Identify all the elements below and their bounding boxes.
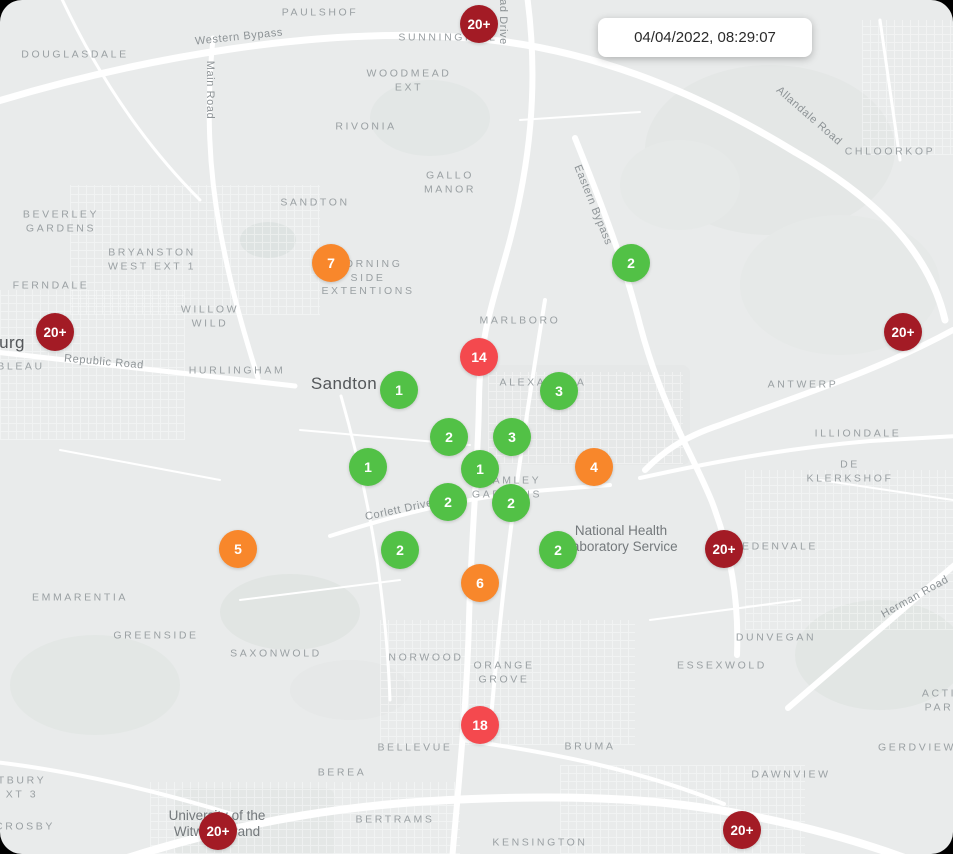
cluster-marker[interactable]: 14 [460,338,498,376]
area-label: WILLOWWILD [181,304,239,331]
cluster-marker[interactable]: 20+ [884,313,922,351]
area-label: FERNDALE [13,279,90,293]
area-label: BELLEVUE [377,741,452,755]
area-label: CROSBY [0,820,55,834]
cluster-marker[interactable]: 1 [380,371,418,409]
city-label: Sandton [311,374,377,394]
area-label: TBURYXT 3 [0,775,46,802]
cluster-marker[interactable]: 20+ [705,530,743,568]
cluster-marker[interactable]: 2 [381,531,419,569]
area-label: DEKLERKSHOF [807,459,894,486]
app-screen: DOUGLASDALEPAULSHOFSUNNINGHILLWOODMEADEX… [0,0,953,854]
area-label: SAXONWOLD [230,647,322,661]
area-label: KENSINGTON [492,836,587,850]
area-label: EMMARENTIA [32,591,128,605]
cluster-marker[interactable]: 20+ [723,811,761,849]
city-label: urg [0,333,25,353]
cluster-marker[interactable]: 6 [461,564,499,602]
area-label: ACTIPAR [922,688,953,715]
area-label: BEREA [318,766,367,780]
road-label: Main Road [204,61,216,120]
poi-label: National HealthLaboratory Service [564,523,677,555]
cluster-marker[interactable]: 3 [493,418,531,456]
cluster-marker[interactable]: 20+ [460,5,498,43]
area-label: MARLBORO [480,314,561,328]
cluster-marker[interactable]: 20+ [36,313,74,351]
cluster-marker[interactable]: 2 [492,484,530,522]
map[interactable]: DOUGLASDALEPAULSHOFSUNNINGHILLWOODMEADEX… [0,0,953,854]
cluster-marker[interactable]: 1 [461,450,499,488]
area-label: SANDTON [280,196,349,210]
timestamp-text: 04/04/2022, 08:29:07 [634,29,776,46]
area-label: WOODMEADEXT [367,68,452,95]
cluster-marker[interactable]: 1 [349,448,387,486]
cluster-marker[interactable]: 2 [539,531,577,569]
area-label: EDENVALE [742,540,818,554]
road-label: ad Drive [497,0,509,45]
cluster-marker[interactable]: 5 [219,530,257,568]
cluster-marker[interactable]: 2 [612,244,650,282]
cluster-marker[interactable]: 20+ [199,812,237,850]
area-label: ANTWERP [768,378,839,392]
area-label: ESSEXWOLD [677,659,767,673]
area-label: GERDVIEW [878,741,953,755]
cluster-marker[interactable]: 4 [575,448,613,486]
area-label: BRYANSTONWEST EXT 1 [108,247,196,274]
area-label: BEVERLEYGARDENS [23,209,99,236]
cluster-marker[interactable]: 3 [540,372,578,410]
area-label: BLEAU [0,360,45,374]
area-label: ORANGEGROVE [473,660,534,687]
area-label: DUNVEGAN [736,631,816,645]
area-label: RIVONIA [335,120,396,134]
area-label: BRUMA [565,740,616,754]
timestamp-panel: 04/04/2022, 08:29:07 [598,18,812,57]
area-label: ILLIONDALE [815,427,902,441]
area-label: CHLOORKOP [845,145,936,159]
area-label: DOUGLASDALE [21,48,128,62]
cluster-marker[interactable]: 2 [430,418,468,456]
area-label: GREENSIDE [113,629,198,643]
cluster-marker[interactable]: 18 [461,706,499,744]
area-label: PAULSHOF [282,6,359,20]
area-label: GALLOMANOR [424,170,476,197]
area-label: DAWNVIEW [751,768,830,782]
cluster-marker[interactable]: 2 [429,483,467,521]
cluster-marker[interactable]: 7 [312,244,350,282]
area-label: NORWOOD [388,651,463,665]
area-label: HURLINGHAM [189,364,286,378]
area-label: BERTRAMS [356,813,435,827]
